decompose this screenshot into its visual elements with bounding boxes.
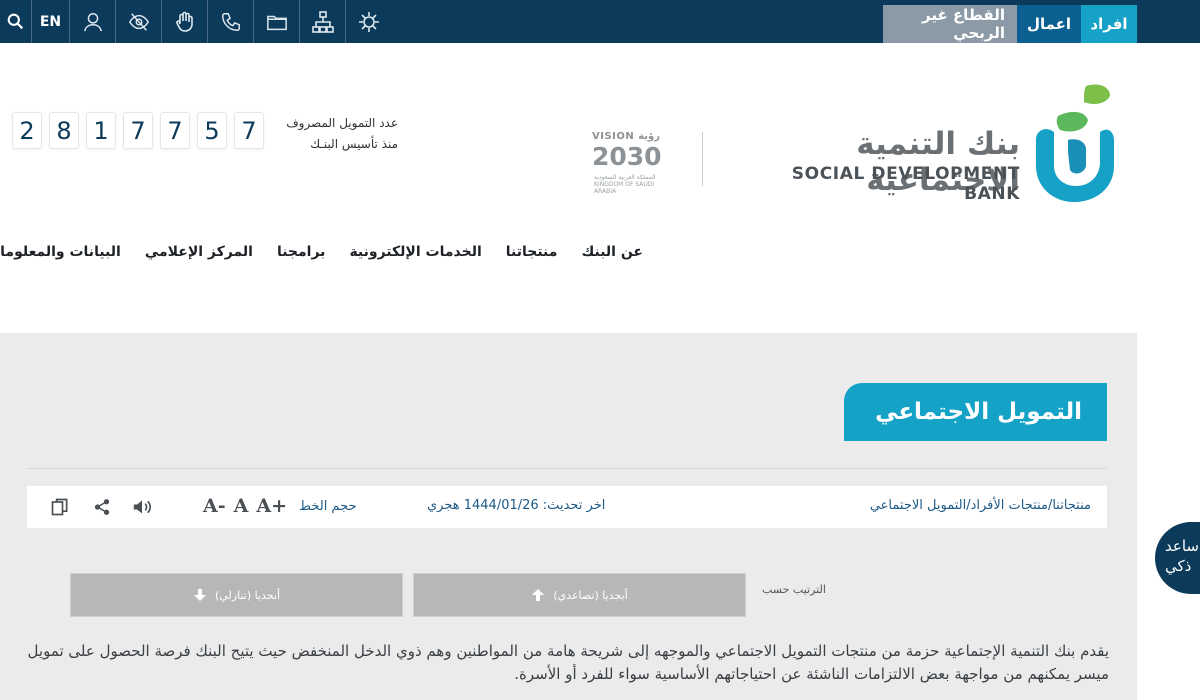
assistant-line1: ساعد (1165, 537, 1199, 555)
last-updated: اخر تحديث: 1444/01/26 هجري (427, 498, 606, 513)
certified-badge-button[interactable] (346, 0, 392, 43)
counter-digit: 7 (160, 112, 190, 149)
financing-counter: 2 8 1 7 7 5 7 (12, 112, 264, 149)
counter-digit: 2 (12, 112, 42, 149)
eye-off-icon (128, 12, 149, 31)
assistant-line2: ذكي (1165, 557, 1192, 575)
listen-button[interactable] (131, 496, 153, 518)
tab-nonprofit[interactable]: القطاع غير الربحي (883, 5, 1017, 43)
search-icon (7, 13, 24, 30)
vision-label: VISION رؤية (592, 131, 661, 142)
nav-data-info[interactable]: البيانات والمعلومات (0, 244, 121, 260)
nav-media-center[interactable]: المركز الإعلامي (145, 244, 253, 260)
font-size-controls: A- A A+ (203, 495, 287, 517)
tab-individuals[interactable]: افراد (1081, 5, 1137, 43)
accessibility-visual-button[interactable] (116, 0, 162, 43)
tab-business[interactable]: اعمال (1017, 5, 1081, 43)
sign-language-icon (175, 11, 193, 32)
product-description: يقدم بنك التنمية الإجتماعية حزمة من منتج… (27, 642, 1109, 683)
breadcrumb[interactable]: منتجاتنا/منتجات الأفراد/التمويل الاجتماع… (870, 498, 1091, 513)
share-icon (94, 499, 110, 515)
sign-language-button[interactable] (162, 0, 208, 43)
segment-tabs: افراد اعمال القطاع غير الربحي (883, 5, 1137, 43)
nav-products[interactable]: منتجاتنا (506, 244, 558, 260)
phone-icon (221, 12, 240, 31)
vision-2030-logo[interactable]: VISION رؤية 2030 المملكة العربية السعودي… (586, 128, 678, 195)
folder-icon (266, 15, 287, 30)
page-title-banner: التمويل الاجتماعي (844, 383, 1107, 441)
tab-business-label: اعمال (1026, 15, 1072, 33)
top-bar-icons: EN (0, 0, 392, 43)
sort-ascending-label: أبجديا (تصاعدي) (553, 588, 628, 602)
font-decrease-button[interactable]: A- (203, 495, 226, 517)
sitemap-icon (311, 10, 334, 33)
nav-programs[interactable]: برامجنا (277, 244, 326, 260)
counter-label-line2: منذ تأسيس البنـك (310, 137, 398, 151)
sitemap-button[interactable] (300, 0, 346, 43)
sort-descending-label: أبجديا (تنازلي) (214, 588, 281, 602)
sort-label: الترتيب حسب (762, 583, 826, 596)
tab-individuals-label: افراد (1090, 15, 1128, 33)
bank-logo-icon[interactable] (1028, 82, 1114, 202)
nav-about[interactable]: عن البنك (581, 244, 643, 260)
counter-digit: 5 (197, 112, 227, 149)
counter-digit: 1 (86, 112, 116, 149)
font-reset-button[interactable]: A (234, 495, 249, 517)
main-nav: عن البنك منتجاتنا الخدمات الإلكترونية بر… (0, 244, 643, 260)
arrow-down-icon (193, 589, 206, 601)
vision-year: 2030 (592, 142, 662, 171)
title-divider (27, 468, 1107, 469)
copy-icon (51, 498, 68, 516)
sort-descending-button[interactable]: أبجديا (تنازلي) (70, 573, 403, 617)
counter-digit: 7 (234, 112, 264, 149)
documents-button[interactable] (254, 0, 300, 43)
arrow-up-icon (532, 589, 545, 601)
font-increase-button[interactable]: A+ (256, 495, 287, 517)
counter-label-line1: عدد التمويل المصروف (286, 116, 398, 130)
settings-badge-icon (359, 11, 379, 32)
font-size-label: حجم الخط (299, 499, 357, 514)
tab-nonprofit-label: القطاع غير الربحي (922, 6, 1005, 42)
user-icon (83, 12, 102, 31)
search-button[interactable] (0, 0, 32, 43)
counter-digit: 7 (123, 112, 153, 149)
page-toolbar: منتجاتنا/منتجات الأفراد/التمويل الاجتماع… (27, 486, 1107, 528)
language-toggle[interactable]: EN (32, 0, 70, 43)
share-button[interactable] (91, 496, 113, 518)
speaker-icon (133, 500, 151, 514)
copy-button[interactable] (49, 496, 71, 518)
header-divider (702, 132, 703, 186)
counter-digit: 8 (49, 112, 79, 149)
vision-subtitle: المملكة العربية السعودية KINGDOM OF SAUD… (594, 174, 656, 195)
bank-name-english: SOCIAL DEVELOPMENT BANK (791, 164, 1020, 204)
contact-button[interactable] (208, 0, 254, 43)
sort-ascending-button[interactable]: أبجديا (تصاعدي) (413, 573, 746, 617)
page-title: التمويل الاجتماعي (875, 399, 1082, 425)
login-button[interactable] (70, 0, 116, 43)
language-label: EN (39, 13, 62, 30)
top-bar: EN افراد اعمال القطاع غير الربحي (0, 0, 1200, 43)
nav-eservices[interactable]: الخدمات الإلكترونية (349, 244, 481, 260)
smart-assistant-button[interactable]: ساعد ذكي (1155, 522, 1200, 594)
financing-counter-label: عدد التمويل المصروف منذ تأسيس البنـك (270, 113, 398, 155)
